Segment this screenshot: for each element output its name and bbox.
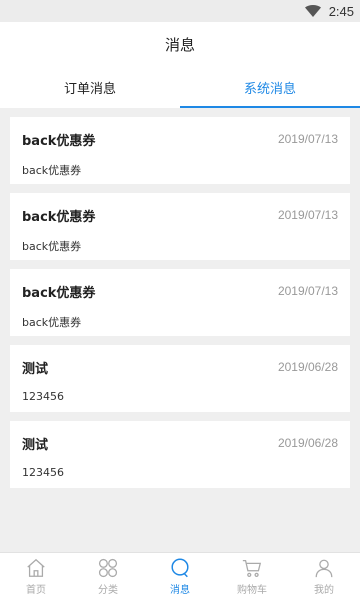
nav-item-home[interactable]: 首页 [0, 553, 72, 600]
message-list: back优惠券 2019/07/13 back优惠券 back优惠券 2019/… [10, 117, 350, 497]
nav-label: 消息 [170, 585, 190, 596]
message-body: back优惠券 [22, 240, 82, 253]
tab-label: 订单消息 [63, 81, 116, 97]
page-header: 消息 [0, 22, 360, 66]
message-tabs: 订单消息 系统消息 [0, 66, 360, 108]
message-date: 2019/06/28 [277, 360, 338, 374]
message-card[interactable]: back优惠券 2019/07/13 back优惠券 [10, 117, 350, 184]
tab-system-messages[interactable]: 系统消息 [180, 66, 360, 108]
message-date: 2019/06/28 [277, 436, 338, 450]
bottom-nav: 首页 分类 消息 购物车 我的 [0, 552, 360, 600]
message-body: back优惠券 [22, 316, 82, 329]
message-body: 123456 [22, 390, 64, 403]
message-card[interactable]: back优惠券 2019/07/13 back优惠券 [10, 193, 350, 260]
message-date: 2019/07/13 [277, 284, 338, 298]
status-time: 2:45 [328, 3, 354, 19]
message-title: 测试 [22, 362, 49, 377]
message-title: back优惠券 [22, 286, 96, 301]
message-title: back优惠券 [22, 134, 96, 149]
nav-item-profile[interactable]: 我的 [288, 553, 360, 600]
nav-label: 我的 [314, 585, 334, 596]
message-title: back优惠券 [22, 210, 96, 225]
message-body: back优惠券 [22, 164, 82, 177]
tab-order-messages[interactable]: 订单消息 [0, 66, 180, 108]
message-card[interactable]: back优惠券 2019/07/13 back优惠券 [10, 269, 350, 336]
message-date: 2019/07/13 [277, 208, 338, 222]
wifi-icon [304, 5, 321, 17]
message-title: 测试 [22, 438, 49, 453]
page-title: 消息 [164, 35, 195, 54]
message-body: 123456 [22, 466, 64, 479]
home-icon [27, 558, 45, 577]
status-bar: 2:45 [0, 0, 360, 22]
message-date: 2019/07/13 [277, 132, 338, 146]
user-icon [315, 559, 333, 578]
nav-item-cart[interactable]: 购物车 [216, 553, 288, 600]
nav-label: 分类 [98, 585, 118, 596]
nav-label: 首页 [26, 585, 46, 596]
tab-label: 系统消息 [243, 81, 296, 97]
nav-item-messages[interactable]: 消息 [144, 553, 216, 600]
message-card[interactable]: 测试 2019/06/28 123456 [10, 345, 350, 412]
nav-label: 购物车 [237, 585, 267, 596]
category-icon [98, 558, 118, 578]
message-card[interactable]: 测试 2019/06/28 123456 [10, 421, 350, 488]
nav-item-category[interactable]: 分类 [72, 553, 144, 600]
cart-icon [242, 560, 262, 577]
message-icon [171, 558, 189, 578]
